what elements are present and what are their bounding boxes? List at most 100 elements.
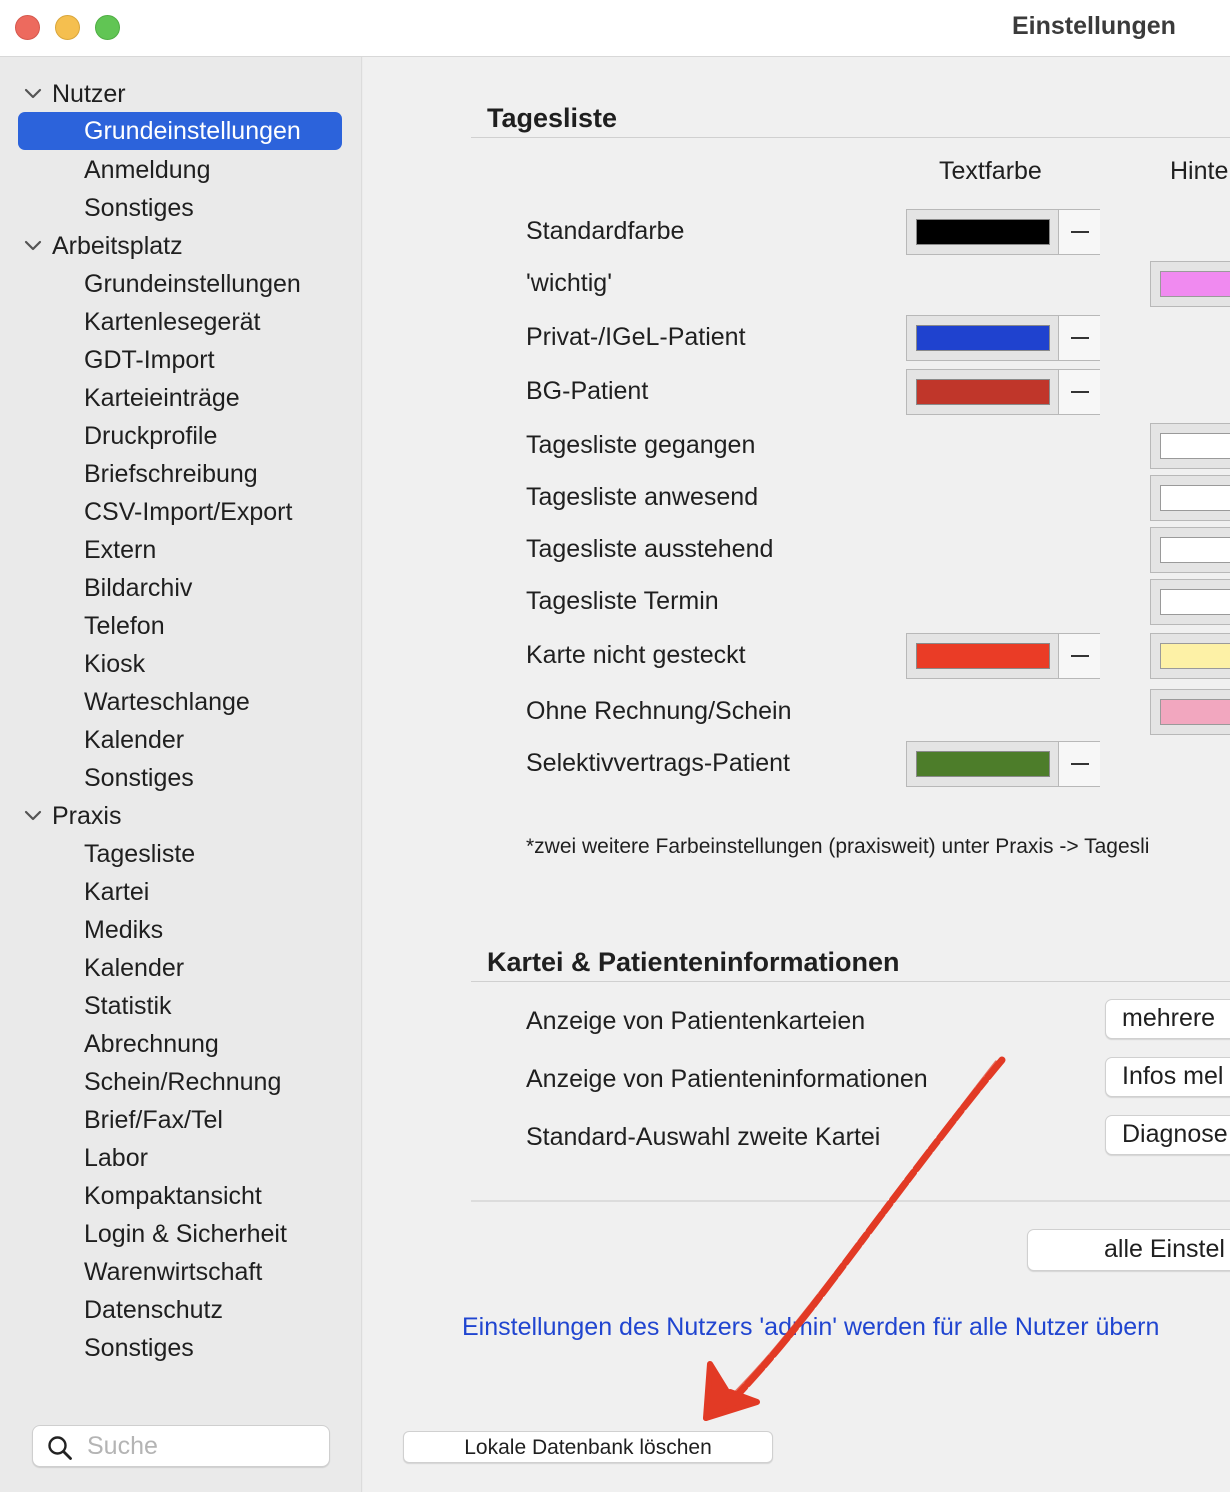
sidebar-item-praxis-login-sicherheit[interactable]: Login & Sicherheit (84, 1215, 287, 1253)
kartei-row-label-standard-auswahl-zweite-kartei: Standard-Auswahl zweite Kartei (526, 1123, 881, 1151)
sidebar-item-praxis-labor[interactable]: Labor (84, 1139, 148, 1177)
sidebar-item-praxis-brief-fax-tel[interactable]: Brief/Fax/Tel (84, 1101, 223, 1139)
minimize-window-button[interactable] (55, 15, 80, 40)
popup-anzeige-von-patientenkarteien[interactable]: mehrere (1105, 999, 1230, 1039)
background-color-swatch[interactable] (1160, 537, 1230, 563)
sidebar-item-praxis-tagesliste[interactable]: Tagesliste (84, 835, 195, 873)
color-row-label-tagesliste-anwesend: Tagesliste anwesend (526, 483, 759, 511)
zoom-window-button[interactable] (95, 15, 120, 40)
hintergrund-column-header: Hinte (1170, 157, 1229, 185)
popup-anzeige-von-patienteninformationen[interactable]: Infos mel (1105, 1057, 1230, 1097)
sidebar-group-nutzer[interactable]: Nutzer (52, 75, 126, 113)
sidebar-item-arbeitsplatz-kiosk[interactable]: Kiosk (84, 645, 145, 683)
close-window-button[interactable] (15, 15, 40, 40)
sidebar-item-praxis-statistik[interactable]: Statistik (84, 987, 172, 1025)
text-color-well-standardfarbe[interactable] (906, 209, 1100, 255)
sidebar-item-arbeitsplatz-karteieintraege[interactable]: Karteieinträge (84, 379, 240, 417)
window-title: Einstellungen (1012, 12, 1176, 40)
background-color-swatch[interactable] (1160, 589, 1230, 615)
sidebar-item-arbeitsplatz-telefon[interactable]: Telefon (84, 607, 165, 645)
kartei-row-label-anzeige-von-patienteninformationen: Anzeige von Patienteninformationen (526, 1065, 928, 1093)
sidebar-group-arbeitsplatz[interactable]: Arbeitsplatz (52, 227, 183, 265)
text-color-well-karte-nicht-gesteckt[interactable] (906, 633, 1100, 679)
sidebar-item-arbeitsplatz-kartenlesegeraet[interactable]: Kartenlesegerät (84, 303, 261, 341)
color-row-label-tagesliste-termin: Tagesliste Termin (526, 587, 719, 615)
sidebar-item-praxis-abrechnung[interactable]: Abrechnung (84, 1025, 219, 1063)
title-bar: Einstellungen (0, 0, 1230, 57)
color-row-label-privat-igel-patient: Privat-/IGeL-Patient (526, 323, 746, 351)
sidebar-item-praxis-kompaktansicht[interactable]: Kompaktansicht (84, 1177, 262, 1215)
background-color-well-tagesliste-ausstehend[interactable] (1150, 527, 1230, 573)
color-row-label-wichtig: 'wichtig' (526, 269, 612, 297)
search-icon (48, 1436, 72, 1460)
settings-content: Tagesliste Textfarbe Hinte Standardfarbe… (363, 57, 1230, 1492)
background-color-swatch[interactable] (1160, 643, 1230, 669)
minus-icon (1071, 391, 1089, 393)
reset-color-button[interactable] (1058, 316, 1100, 360)
color-row-label-ohne-rechnung-schein: Ohne Rechnung/Schein (526, 697, 792, 725)
reset-color-button[interactable] (1058, 634, 1100, 678)
sidebar-item-nutzer-sonstiges[interactable]: Sonstiges (84, 189, 194, 227)
text-color-swatch[interactable] (916, 219, 1050, 245)
minus-icon (1071, 337, 1089, 339)
background-color-well-karte-nicht-gesteckt[interactable] (1150, 633, 1230, 679)
color-row-label-tagesliste-ausstehend: Tagesliste ausstehend (526, 535, 774, 563)
minus-icon (1071, 655, 1089, 657)
background-color-well-tagesliste-anwesend[interactable] (1150, 475, 1230, 521)
background-color-well-tagesliste-termin[interactable] (1150, 579, 1230, 625)
minus-icon (1071, 763, 1089, 765)
text-color-well-bg-patient[interactable] (906, 369, 1100, 415)
background-color-swatch[interactable] (1160, 433, 1230, 459)
background-color-swatch[interactable] (1160, 485, 1230, 511)
sidebar-item-arbeitsplatz-grundeinstellungen[interactable]: Grundeinstellungen (84, 265, 301, 303)
sidebar-item-praxis-schein-rechnung[interactable]: Schein/Rechnung (84, 1063, 281, 1101)
reset-color-button[interactable] (1058, 370, 1100, 414)
sidebar-group-praxis[interactable]: Praxis (52, 797, 121, 835)
apply-all-settings-label: alle Einstel (1104, 1235, 1225, 1263)
background-color-well-ohne-rechnung-schein[interactable] (1150, 689, 1230, 735)
chevron-down-icon[interactable] (24, 75, 42, 113)
text-color-swatch[interactable] (916, 325, 1050, 351)
popup-value: mehrere (1122, 1004, 1216, 1032)
background-color-well-wichtig[interactable] (1150, 261, 1230, 307)
sidebar-item-praxis-warenwirtschaft[interactable]: Warenwirtschaft (84, 1253, 262, 1291)
sidebar-item-praxis-mediks[interactable]: Mediks (84, 911, 163, 949)
sidebar-item-arbeitsplatz-gdt-import[interactable]: GDT-Import (84, 341, 215, 379)
sidebar-item-arbeitsplatz-druckprofile[interactable]: Druckprofile (84, 417, 217, 455)
background-color-swatch[interactable] (1160, 699, 1230, 725)
text-color-swatch[interactable] (916, 379, 1050, 405)
admin-settings-info-text: Einstellungen des Nutzers 'admin' werden… (462, 1313, 1160, 1341)
reset-color-button[interactable] (1058, 210, 1100, 254)
apply-all-settings-button[interactable]: alle Einstel (1027, 1229, 1230, 1271)
sidebar-item-arbeitsplatz-briefschreibung[interactable]: Briefschreibung (84, 455, 258, 493)
sidebar-item-praxis-sonstiges[interactable]: Sonstiges (84, 1329, 194, 1367)
text-color-well-privat-igel-patient[interactable] (906, 315, 1100, 361)
text-color-well-selektivvertrags-patient[interactable] (906, 741, 1100, 787)
search-field[interactable] (32, 1425, 330, 1467)
sidebar-item-praxis-datenschutz[interactable]: Datenschutz (84, 1291, 223, 1329)
sidebar-item-nutzer-grundeinstellungen[interactable]: Grundeinstellungen (18, 112, 342, 150)
sidebar-item-arbeitsplatz-kalender[interactable]: Kalender (84, 721, 184, 759)
text-color-swatch[interactable] (916, 751, 1050, 777)
search-input[interactable] (87, 1430, 317, 1462)
settings-sidebar: Grundeinstellungen Nutzer Anmeldung Sonsti… (0, 57, 362, 1492)
background-color-well-tagesliste-gegangen[interactable] (1150, 423, 1230, 469)
background-color-swatch[interactable] (1160, 271, 1230, 297)
sidebar-item-nutzer-anmeldung[interactable]: Anmeldung (84, 151, 210, 189)
sidebar-item-arbeitsplatz-csv-import-export[interactable]: CSV-Import/Export (84, 493, 292, 531)
popup-value: Diagnose (1122, 1120, 1228, 1148)
sidebar-item-praxis-kalender[interactable]: Kalender (84, 949, 184, 987)
color-row-label-karte-nicht-gesteckt: Karte nicht gesteckt (526, 641, 746, 669)
sidebar-item-arbeitsplatz-extern[interactable]: Extern (84, 531, 156, 569)
delete-local-database-button[interactable]: Lokale Datenbank löschen (403, 1431, 773, 1463)
popup-standard-auswahl-zweite-kartei[interactable]: Diagnose (1105, 1115, 1230, 1155)
sidebar-item-arbeitsplatz-warteschlange[interactable]: Warteschlange (84, 683, 250, 721)
reset-color-button[interactable] (1058, 742, 1100, 786)
color-row-label-bg-patient: BG-Patient (526, 377, 649, 405)
chevron-down-icon[interactable] (24, 227, 42, 265)
sidebar-item-arbeitsplatz-bildarchiv[interactable]: Bildarchiv (84, 569, 192, 607)
text-color-swatch[interactable] (916, 643, 1050, 669)
sidebar-item-arbeitsplatz-sonstiges[interactable]: Sonstiges (84, 759, 194, 797)
chevron-down-icon[interactable] (24, 797, 42, 835)
sidebar-item-praxis-kartei[interactable]: Kartei (84, 873, 149, 911)
